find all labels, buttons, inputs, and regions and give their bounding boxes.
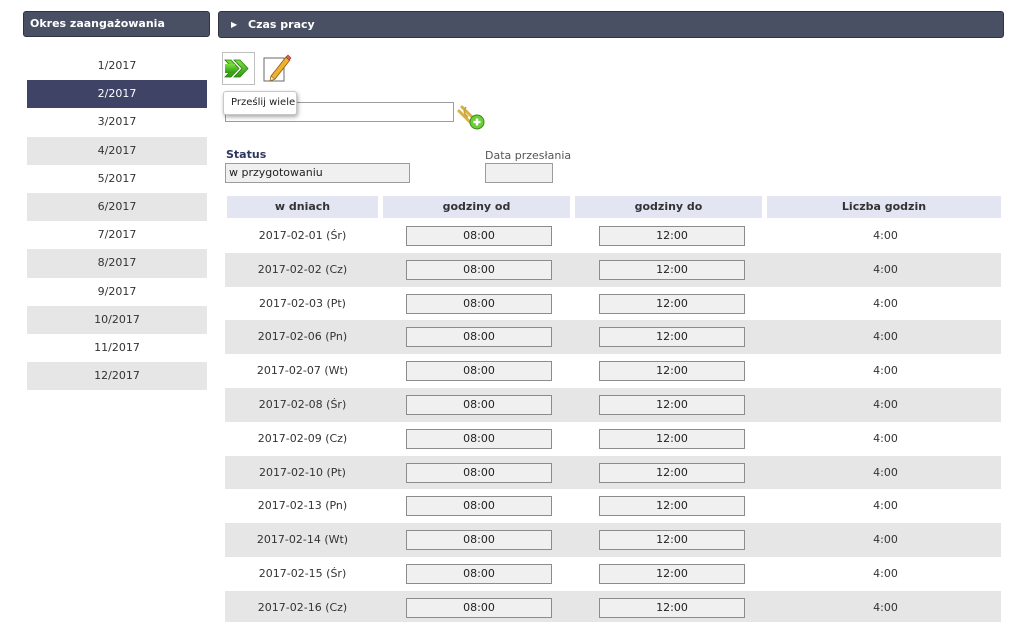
double-arrow-right-icon [224, 59, 249, 78]
period-item[interactable]: 4/2017 [27, 136, 207, 165]
row-date: 2017-02-01 (Śr) [258, 229, 347, 242]
table-row: 2017-02-10 (Pt) 08:00 12:00 4:00 [225, 455, 1001, 490]
row-hours-count: 4:00 [873, 566, 898, 580]
period-list: 1/2017 2/2017 3/2017 4/2017 5/2017 6/2017 7/20… [27, 52, 207, 391]
hours-to-field[interactable]: 12:00 [599, 597, 745, 618]
work-time-header[interactable]: ▶ Czas pracy [218, 11, 1004, 38]
table-row: 2017-02-07 (Wt) 08:00 12:00 4:00 [225, 354, 1001, 388]
status-field[interactable]: w przygotowaniu [225, 163, 410, 183]
table-row: 2017-02-03 (Pt) 08:00 12:00 4:00 [225, 286, 1001, 321]
hours-from-field[interactable]: 08:00 [406, 428, 552, 449]
table-row: 2017-02-15 (Śr) 08:00 12:00 4:00 [225, 556, 1001, 591]
attachment-add-icon[interactable] [456, 103, 486, 131]
hours-to-field[interactable]: 12:00 [599, 327, 745, 348]
table-row: 2017-02-16 (Cz) 08:00 12:00 4:00 [225, 590, 1001, 622]
hours-from-field[interactable]: 08:00 [406, 226, 552, 246]
row-date: 2017-02-03 (Pt) [259, 296, 346, 310]
period-item[interactable]: 6/2017 [27, 192, 207, 222]
send-date-label: Data przesłania [485, 149, 572, 162]
period-item[interactable]: 9/2017 [27, 277, 207, 306]
column-header-hours-to: godziny do [575, 196, 762, 218]
hours-from-field[interactable]: 08:00 [406, 496, 552, 517]
engagement-period-header: Okres zaangażowania [23, 11, 210, 37]
hours-to-field[interactable]: 12:00 [599, 293, 745, 314]
row-hours-count: 4:00 [873, 600, 898, 614]
table-row: 2017-02-13 (Pn) 08:00 12:00 4:00 [225, 489, 1001, 524]
period-item[interactable]: 12/2017 [27, 362, 207, 391]
row-hours-count: 4:00 [873, 499, 898, 513]
table-row: 2017-02-14 (Wt) 08:00 12:00 4:00 [225, 523, 1001, 557]
hours-to-field[interactable]: 12:00 [599, 259, 745, 280]
hours-to-field[interactable]: 12:00 [599, 496, 745, 517]
row-hours-count: 4:00 [873, 465, 898, 479]
row-date: 2017-02-14 (Wt) [256, 533, 349, 547]
row-date: 2017-02-08 (Śr) [258, 397, 347, 411]
hours-from-field[interactable]: 08:00 [406, 597, 552, 618]
row-date: 2017-02-15 (Śr) [258, 566, 347, 580]
row-hours-count: 4:00 [873, 229, 898, 242]
period-item[interactable]: 3/2017 [27, 108, 207, 137]
hours-from-field[interactable]: 08:00 [406, 394, 552, 415]
row-date: 2017-02-02 (Cz) [257, 262, 348, 276]
table-row: 2017-02-08 (Śr) 08:00 12:00 4:00 [225, 387, 1001, 422]
pencil-icon [263, 54, 292, 82]
send-many-button[interactable] [222, 52, 255, 85]
hours-to-field[interactable]: 12:00 [599, 530, 745, 551]
triangle-right-icon: ▶ [231, 20, 238, 29]
hours-to-field[interactable]: 12:00 [599, 394, 745, 415]
row-date: 2017-02-09 (Cz) [257, 431, 348, 445]
period-item[interactable]: 8/2017 [27, 249, 207, 278]
hours-from-field[interactable]: 08:00 [406, 259, 552, 280]
period-item[interactable]: 1/2017 [27, 52, 207, 81]
row-date: 2017-02-13 (Pn) [257, 499, 348, 513]
table-row: 2017-02-02 (Cz) 08:00 12:00 4:00 [225, 252, 1001, 287]
work-time-table: 2017-02-01 (Śr) 08:00 12:00 4:00 2017-02-02 … [225, 219, 1001, 622]
hours-from-field[interactable]: 08:00 [406, 293, 552, 314]
row-hours-count: 4:00 [873, 364, 898, 378]
column-header-days: w dniach [227, 196, 378, 218]
table-row: 2017-02-01 (Śr) 08:00 12:00 4:00 [225, 219, 1001, 253]
row-date: 2017-02-10 (Pt) [259, 465, 346, 479]
work-time-title: Czas pracy [248, 18, 315, 31]
column-header-hours-count: Liczba godzin [767, 196, 1001, 218]
row-hours-count: 4:00 [873, 431, 898, 445]
hours-from-field[interactable]: 08:00 [406, 462, 552, 483]
column-header-hours-from: godziny od [383, 196, 570, 218]
hours-to-field[interactable]: 12:00 [599, 462, 745, 483]
period-item[interactable]: 2/2017 [27, 80, 207, 109]
hours-to-field[interactable]: 12:00 [599, 428, 745, 449]
row-date: 2017-02-07 (Wt) [256, 364, 349, 378]
hours-from-field[interactable]: 08:00 [406, 563, 552, 584]
hours-to-field[interactable]: 12:00 [599, 226, 745, 246]
row-date: 2017-02-06 (Pn) [257, 330, 348, 344]
hours-from-field[interactable]: 08:00 [406, 327, 552, 348]
period-item[interactable]: 10/2017 [27, 305, 207, 334]
period-item[interactable]: 11/2017 [27, 333, 207, 363]
row-hours-count: 4:00 [873, 330, 898, 344]
table-row: 2017-02-06 (Pn) 08:00 12:00 4:00 [225, 320, 1001, 355]
row-hours-count: 4:00 [873, 262, 898, 276]
row-hours-count: 4:00 [873, 533, 898, 547]
period-item[interactable]: 5/2017 [27, 164, 207, 193]
hours-from-field[interactable]: 08:00 [406, 361, 552, 382]
edit-button[interactable] [261, 53, 292, 84]
row-date: 2017-02-16 (Cz) [257, 600, 348, 614]
row-hours-count: 4:00 [873, 397, 898, 411]
hours-to-field[interactable]: 12:00 [599, 563, 745, 584]
hours-to-field[interactable]: 12:00 [599, 361, 745, 382]
table-row: 2017-02-09 (Cz) 08:00 12:00 4:00 [225, 421, 1001, 456]
row-hours-count: 4:00 [873, 296, 898, 310]
hours-from-field[interactable]: 08:00 [406, 530, 552, 551]
send-many-tooltip: Prześlij wiele [223, 91, 297, 115]
period-item[interactable]: 7/2017 [27, 221, 207, 250]
send-date-field[interactable] [485, 163, 553, 183]
status-label: Status [226, 148, 267, 161]
